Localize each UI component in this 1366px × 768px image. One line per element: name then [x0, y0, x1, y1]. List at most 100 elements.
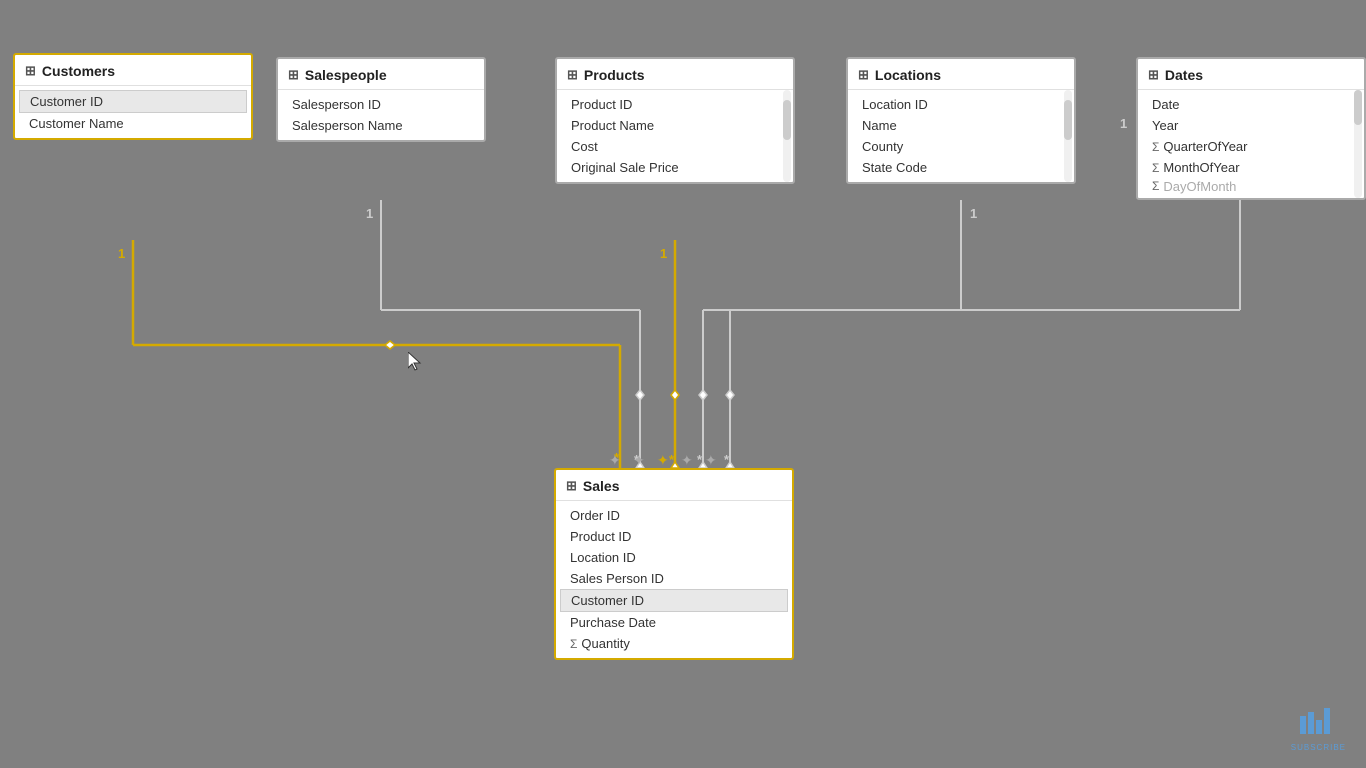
sales-field-0[interactable]: Order ID: [556, 505, 792, 526]
sales-table[interactable]: ⊞ Sales Order ID Product ID Location ID …: [554, 468, 794, 660]
locations-scrollbar[interactable]: [1064, 90, 1072, 182]
svg-text:1: 1: [660, 246, 667, 261]
salespeople-field-1[interactable]: Salesperson Name: [278, 115, 484, 136]
salespeople-field-0-label: Salesperson ID: [292, 97, 381, 112]
dates-field-1-label: Year: [1152, 118, 1178, 133]
dates-body: Date Year Σ QuarterOfYear Σ MonthOfYear …: [1138, 90, 1364, 198]
dates-field-1[interactable]: Year: [1138, 115, 1364, 136]
customers-table[interactable]: ⊞ Customers Customer ID Customer Name: [13, 53, 253, 140]
locations-field-3[interactable]: State Code: [848, 157, 1074, 178]
sales-field-1[interactable]: Product ID: [556, 526, 792, 547]
locations-field-2[interactable]: County: [848, 136, 1074, 157]
products-field-2[interactable]: Cost: [557, 136, 793, 157]
table-icon-salespeople: ⊞: [288, 67, 299, 83]
salespeople-body: Salesperson ID Salesperson Name: [278, 90, 484, 140]
products-scrollbar[interactable]: [783, 90, 791, 182]
locations-field-1-label: Name: [862, 118, 897, 133]
locations-body: Location ID Name County State Code: [848, 90, 1074, 182]
salespeople-field-0[interactable]: Salesperson ID: [278, 94, 484, 115]
dates-scrollbar-thumb[interactable]: [1354, 90, 1362, 125]
products-scrollbar-thumb[interactable]: [783, 100, 791, 140]
customers-field-0[interactable]: Customer ID: [19, 90, 247, 113]
dates-field-0[interactable]: Date: [1138, 94, 1364, 115]
dates-table[interactable]: ⊞ Dates Date Year Σ QuarterOfYear Σ Mont…: [1136, 57, 1366, 200]
svg-text:*: *: [614, 450, 620, 465]
svg-text:*: *: [669, 452, 675, 467]
locations-field-0-label: Location ID: [862, 97, 928, 112]
salespeople-title: Salespeople: [305, 67, 387, 83]
products-field-3-label: Original Sale Price: [571, 160, 679, 175]
customers-field-0-label: Customer ID: [30, 94, 103, 109]
products-field-0[interactable]: Product ID: [557, 94, 793, 115]
locations-field-0[interactable]: Location ID: [848, 94, 1074, 115]
locations-field-2-label: County: [862, 139, 903, 154]
table-icon-products: ⊞: [567, 67, 578, 83]
dates-field-0-label: Date: [1152, 97, 1179, 112]
salespeople-field-1-label: Salesperson Name: [292, 118, 403, 133]
dates-field-4[interactable]: Σ DayOfMonth: [1138, 178, 1364, 194]
products-field-1-label: Product Name: [571, 118, 654, 133]
products-table[interactable]: ⊞ Products Product ID Product Name Cost …: [555, 57, 795, 184]
svg-text:✦: ✦: [609, 452, 621, 468]
svg-text:1: 1: [118, 246, 125, 261]
svg-text:✦: ✦: [681, 452, 693, 468]
sales-header: ⊞ Sales: [556, 470, 792, 501]
watermark: SUBSCRIBE: [1291, 706, 1346, 752]
sigma-icon-sales: Σ: [570, 637, 577, 651]
products-title: Products: [584, 67, 645, 83]
salespeople-table[interactable]: ⊞ Salespeople Salesperson ID Salesperson…: [276, 57, 486, 142]
sales-field-0-label: Order ID: [570, 508, 620, 523]
dates-field-2[interactable]: Σ QuarterOfYear: [1138, 136, 1364, 157]
svg-text:✦: ✦: [705, 452, 717, 468]
watermark-text: SUBSCRIBE: [1291, 743, 1346, 752]
locations-field-1[interactable]: Name: [848, 115, 1074, 136]
dates-field-4-label: DayOfMonth: [1163, 179, 1236, 194]
sales-field-3[interactable]: Sales Person ID: [556, 568, 792, 589]
locations-title: Locations: [875, 67, 941, 83]
dates-header: ⊞ Dates: [1138, 59, 1364, 90]
table-icon-customers: ⊞: [25, 63, 36, 79]
sales-field-4-label: Customer ID: [571, 593, 644, 608]
sales-field-3-label: Sales Person ID: [570, 571, 664, 586]
customers-body: Customer ID Customer Name: [15, 86, 251, 138]
sales-field-4[interactable]: Customer ID: [560, 589, 788, 612]
customers-field-1[interactable]: Customer Name: [15, 113, 251, 134]
svg-text:1: 1: [970, 206, 977, 221]
svg-text:1: 1: [366, 206, 373, 221]
products-body: Product ID Product Name Cost Original Sa…: [557, 90, 793, 182]
dates-field-3[interactable]: Σ MonthOfYear: [1138, 157, 1364, 178]
sales-field-5[interactable]: Purchase Date: [556, 612, 792, 633]
sales-field-6-label: Quantity: [581, 636, 629, 651]
locations-table[interactable]: ⊞ Locations Location ID Name County Stat…: [846, 57, 1076, 184]
products-field-3[interactable]: Original Sale Price: [557, 157, 793, 178]
products-field-0-label: Product ID: [571, 97, 632, 112]
locations-scrollbar-thumb[interactable]: [1064, 100, 1072, 140]
sales-field-6[interactable]: Σ Quantity: [556, 633, 792, 654]
svg-text:✦: ✦: [657, 452, 669, 468]
salespeople-header: ⊞ Salespeople: [278, 59, 484, 90]
svg-text:*: *: [697, 452, 703, 467]
sales-field-5-label: Purchase Date: [570, 615, 656, 630]
sales-body: Order ID Product ID Location ID Sales Pe…: [556, 501, 792, 658]
sales-field-1-label: Product ID: [570, 529, 631, 544]
table-icon-locations: ⊞: [858, 67, 869, 83]
customers-field-1-label: Customer Name: [29, 116, 124, 131]
sigma-icon-1: Σ: [1152, 161, 1159, 175]
sales-title: Sales: [583, 478, 620, 494]
sigma-icon-0: Σ: [1152, 140, 1159, 154]
locations-field-3-label: State Code: [862, 160, 927, 175]
customers-title: Customers: [42, 63, 115, 79]
dates-scrollbar[interactable]: [1354, 90, 1362, 198]
watermark-icon: [1298, 706, 1338, 736]
products-header: ⊞ Products: [557, 59, 793, 90]
products-field-1[interactable]: Product Name: [557, 115, 793, 136]
dates-field-2-label: QuarterOfYear: [1163, 139, 1247, 154]
cursor: [408, 352, 424, 372]
svg-text:1: 1: [1120, 116, 1127, 131]
svg-text:✦: ✦: [633, 452, 645, 468]
sigma-icon-2: Σ: [1152, 179, 1159, 193]
dates-field-3-label: MonthOfYear: [1163, 160, 1239, 175]
svg-text:*: *: [634, 452, 640, 467]
products-field-2-label: Cost: [571, 139, 598, 154]
sales-field-2[interactable]: Location ID: [556, 547, 792, 568]
